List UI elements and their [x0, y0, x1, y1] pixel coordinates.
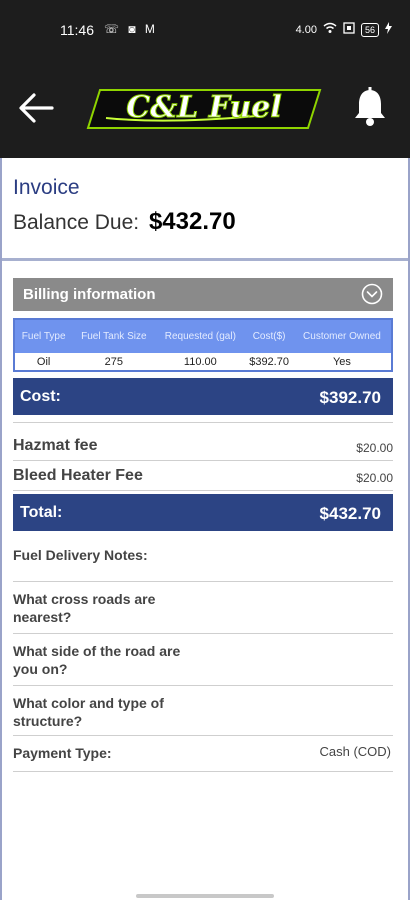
fee-value: $20.00 — [356, 441, 393, 455]
total-label: Total: — [20, 504, 63, 521]
column-header: Cost($) — [245, 319, 293, 353]
cost-value: $392.70 — [319, 388, 381, 407]
fuel-type-cell: Oil — [14, 353, 73, 371]
payment-type-row: Payment Type: Cash (COD) — [13, 736, 393, 772]
cost-summary: Cost: $392.70 — [13, 378, 393, 415]
road-side-label: What side of the road are you on? — [13, 643, 181, 677]
screen-icon — [343, 22, 355, 37]
balance-amount: $432.70 — [148, 208, 236, 235]
billing-header-label: Billing information — [23, 286, 156, 303]
charging-icon — [385, 22, 392, 37]
billing-information-toggle[interactable]: Billing information — [13, 278, 393, 311]
customer-owned-cell: Yes — [292, 353, 392, 371]
divider — [2, 258, 408, 261]
cl-fuel-logo: C&L Fuel — [86, 89, 322, 129]
table-row: Oil 275 110.00 $392.70 Yes — [14, 353, 392, 371]
road-side-row: What side of the road are you on? — [13, 634, 393, 686]
column-header: Requested (gal) — [155, 319, 246, 353]
status-time: 11:46 — [60, 22, 94, 38]
structure-row: What color and type of structure? — [13, 686, 393, 736]
column-header: Customer Owned — [292, 319, 392, 353]
system-icons: 4.00 56 — [296, 22, 392, 37]
fee-label: Bleed Heater Fee — [13, 467, 143, 484]
back-arrow-icon — [19, 93, 54, 123]
status-bar: 11:46 ☏ ◙ M 4.00 56 — [0, 0, 410, 60]
invoice-content: Invoice Balance Due: $432.70 Billing inf… — [0, 158, 410, 900]
structure-label: What color and type of structure? — [13, 695, 164, 729]
balance-label: Balance Due: — [13, 211, 140, 234]
delivery-notes-row: Fuel Delivery Notes: — [13, 538, 393, 582]
page-title: Invoice — [13, 176, 80, 199]
column-header: Fuel Tank Size — [72, 319, 156, 353]
requested-cell: 110.00 — [155, 353, 246, 371]
cost-label: Cost: — [20, 388, 61, 405]
fee-row-hazmat: Hazmat fee $20.00 — [13, 431, 393, 461]
divider — [13, 422, 393, 423]
fee-value: $20.00 — [356, 471, 393, 485]
total-summary: Total: $432.70 — [13, 494, 393, 531]
fee-row-bleed-heater: Bleed Heater Fee $20.00 — [13, 461, 393, 491]
balance-due: Balance Due: $432.70 — [13, 208, 236, 236]
battery-indicator: 56 — [360, 22, 379, 37]
delivery-notes-label: Fuel Delivery Notes: — [13, 547, 148, 563]
chevron-down-circle-icon[interactable] — [361, 283, 383, 305]
home-indicator[interactable] — [136, 894, 274, 898]
notification-icons: ☏ ◙ M — [104, 22, 158, 36]
cost-cell: $392.70 — [245, 353, 293, 371]
wifi-icon — [323, 22, 337, 37]
app-header: C&L Fuel — [0, 60, 410, 158]
network-speed: 4.00 — [295, 23, 317, 36]
fee-label: Hazmat fee — [13, 437, 98, 454]
tank-size-cell: 275 — [72, 353, 156, 371]
column-header: Fuel Type — [14, 319, 73, 353]
payment-type-value: Cash (COD) — [319, 744, 391, 759]
total-value: $432.70 — [319, 504, 381, 523]
bell-icon — [355, 87, 385, 126]
cross-roads-label: What cross roads are nearest? — [13, 591, 156, 625]
cross-roads-row: What cross roads are nearest? — [13, 582, 393, 634]
payment-type-label: Payment Type: — [13, 745, 112, 761]
svg-text:C&L Fuel: C&L Fuel — [126, 90, 282, 125]
back-button[interactable] — [16, 88, 56, 128]
notifications-button[interactable] — [350, 86, 390, 128]
fuel-table: Fuel Type Fuel Tank Size Requested (gal)… — [13, 318, 393, 372]
